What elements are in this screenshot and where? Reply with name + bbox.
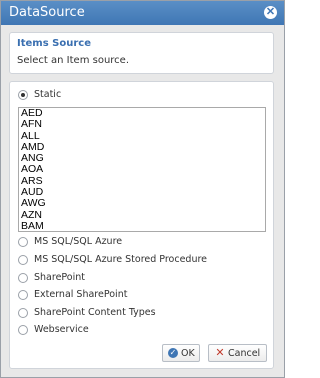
ok-button[interactable]: ✓ OK bbox=[162, 344, 200, 362]
title-bar: DataSource ✕ bbox=[1, 1, 284, 25]
radio-button[interactable] bbox=[18, 325, 28, 335]
list-item[interactable]: AZN bbox=[19, 209, 265, 221]
static-items-listbox[interactable]: AED AFN ALL AMD ANG AOA ARS AUD AWG AZN BAM bbox=[18, 107, 266, 232]
list-item[interactable]: AMD bbox=[19, 141, 265, 153]
close-icon[interactable]: ✕ bbox=[264, 6, 277, 19]
radio-label: MS SQL/SQL Azure Stored Procedure bbox=[34, 254, 208, 265]
radio-label: SharePoint bbox=[34, 272, 86, 283]
radio-label: SharePoint Content Types bbox=[34, 307, 156, 318]
radio-button[interactable] bbox=[18, 273, 28, 283]
list-item[interactable]: ALL bbox=[19, 130, 265, 142]
radio-button[interactable] bbox=[18, 237, 28, 247]
dialog-title: DataSource bbox=[9, 5, 85, 20]
ok-label: OK bbox=[181, 348, 195, 359]
cancel-button[interactable]: ✕ Cancel bbox=[208, 344, 267, 362]
list-item[interactable]: ARS bbox=[19, 175, 265, 187]
cancel-label: Cancel bbox=[228, 348, 261, 359]
info-panel: Items Source Select an Item source. bbox=[9, 32, 274, 74]
cancel-x-icon: ✕ bbox=[215, 346, 225, 359]
radio-label: MS SQL/SQL Azure bbox=[34, 236, 123, 247]
radio-button[interactable] bbox=[18, 308, 28, 318]
check-icon: ✓ bbox=[168, 348, 178, 358]
radio-label: External SharePoint bbox=[34, 289, 128, 300]
list-item[interactable]: AOA bbox=[19, 164, 265, 176]
radio-label: Static bbox=[34, 89, 62, 100]
list-item[interactable]: AFN bbox=[19, 118, 265, 130]
list-item[interactable]: ANG bbox=[19, 152, 265, 164]
source-options-panel: Static AED AFN ALL AMD ANG AOA ARS AUD AWG AZN BAM… bbox=[9, 81, 274, 369]
radio-button[interactable] bbox=[18, 290, 28, 300]
list-item[interactable]: AED bbox=[19, 108, 265, 119]
radio-button-checked[interactable] bbox=[18, 90, 28, 100]
radio-label: Webservice bbox=[34, 324, 89, 335]
section-description: Select an Item source. bbox=[17, 55, 130, 66]
datasource-dialog: DataSource ✕ Items Source Select an Item… bbox=[0, 0, 285, 378]
radio-button[interactable] bbox=[18, 255, 28, 265]
list-item[interactable]: AUD bbox=[19, 186, 265, 198]
list-item[interactable]: BAM bbox=[19, 220, 265, 231]
list-item[interactable]: AWG bbox=[19, 198, 265, 210]
section-title: Items Source bbox=[17, 38, 91, 49]
